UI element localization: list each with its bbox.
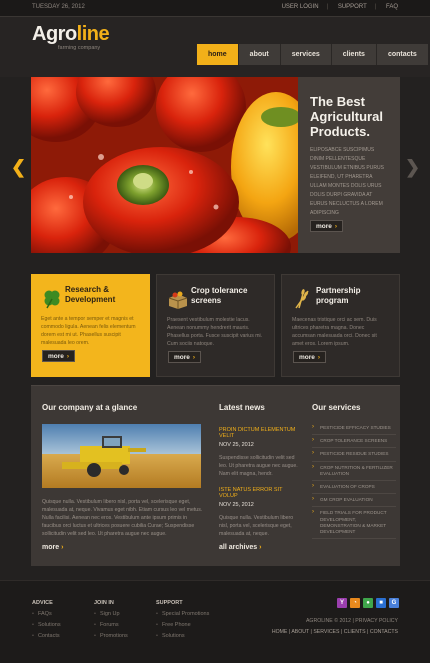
slider-more-button[interactable]: more › (310, 220, 344, 232)
footer-link[interactable]: FAQs (32, 611, 61, 617)
chevron-right-icon[interactable]: ❯ (405, 157, 420, 178)
logo-part1: Agro (32, 23, 77, 45)
partnership-more-button[interactable]: more › (293, 351, 327, 363)
services-list: PESTICIDE EFFICACY STUDIES CROP TOLERANC… (312, 422, 396, 540)
service-item[interactable]: GM CROP EVALUATION (312, 494, 396, 508)
news-heading[interactable]: ISTE NATUS ERROR SIT VOLUP (219, 487, 301, 499)
top-bar: TUESDAY 26, 2012 USER LOGIN | SUPPORT | FA… (0, 0, 430, 17)
company-glance: Our company at a glance Quisque nulla. V… (42, 403, 204, 538)
nav-clients[interactable]: clients (330, 44, 376, 65)
footer-link[interactable]: Solutions (32, 622, 61, 628)
copyright: AGROLINE © 2012 | PRIVACY POLICY (305, 618, 398, 624)
arrow-right-icon: › (334, 223, 338, 230)
footer-col-title: ADVICE (32, 600, 53, 606)
our-services: Our services PESTICIDE EFFICACY STUDIES … (312, 403, 396, 540)
service-item[interactable]: CROP TOLERANCE SCREENS (312, 435, 396, 449)
slider-caption: The Best Agricultural Products. ELIPOSABCE… (298, 77, 400, 253)
footer-link[interactable]: Forums (94, 622, 128, 628)
feature-box-partnership: Partnership program Maecenas tristique or… (281, 274, 400, 377)
hero-slider: The Best Agricultural Products. ELIPOSABCE… (31, 77, 400, 253)
slider-text: ELIPOSABCE SUSCIPIMUS DINIM PELLENTESQUE… (310, 147, 384, 216)
clover-icon (44, 290, 60, 309)
feature-box-crop: Crop tolerance screens Praesent vestibulu… (156, 274, 275, 377)
crate-icon (168, 291, 188, 309)
feature-box-research: Research & Development Eget ante a tempor… (31, 274, 150, 377)
peppers-photo (31, 77, 298, 253)
service-item[interactable]: PESTICIDE RESIDUE STUDIES (312, 448, 396, 462)
latest-news: Latest news PROIN DICTUM ELEMENTUM VELIT… (219, 403, 301, 538)
messenger-icon[interactable]: ● (363, 598, 373, 608)
nav-about[interactable]: about (237, 44, 280, 65)
crop-more-button[interactable]: more › (168, 351, 202, 363)
google-icon[interactable]: G (389, 598, 399, 608)
nav-contacts[interactable]: contacts (375, 44, 428, 65)
wheat-icon (295, 289, 309, 309)
tagline: farming company (58, 45, 101, 51)
feature-title: Research & Development (65, 285, 116, 304)
news-title: Latest news (219, 403, 265, 412)
footer-link[interactable]: Special Promotions (156, 611, 209, 617)
slider-title: The Best Agricultural Products. (310, 94, 383, 139)
current-date: TUESDAY 26, 2012 (32, 4, 85, 10)
rss-icon[interactable]: ◔ (350, 598, 360, 608)
glance-text: Quisque nulla. Vestibulum libero nisl, p… (42, 499, 203, 537)
content-section: Our company at a glance Quisque nulla. V… (31, 385, 400, 566)
news-text: Quisque nulla. Vestibulum libero nisl, p… (219, 515, 294, 537)
service-item[interactable]: FIELD TRIALS FOR PRODUCT DEVELOPMENT, DE… (312, 507, 396, 540)
feature-title: Partnership program (316, 286, 361, 305)
research-more-button[interactable]: more › (42, 350, 76, 362)
support-link[interactable]: SUPPORT (338, 4, 367, 10)
social-icons: Y ◔ ● ■ G (337, 598, 402, 608)
delicious-icon[interactable]: ■ (376, 598, 386, 608)
news-text: Suspendisse sollicitudin velit sed leo. … (219, 455, 298, 477)
logo-part2: line (76, 23, 110, 45)
footer-link[interactable]: Free Phone (156, 622, 209, 628)
feature-text: Praesent vestibulum molestie lacus. Aene… (167, 317, 263, 347)
top-links: USER LOGIN | SUPPORT | FAQ (281, 4, 398, 10)
footer-link[interactable]: Sign Up (94, 611, 128, 617)
service-item[interactable]: CROP NUTRITION & FERTILIZER EVALUATION (312, 462, 396, 482)
glance-title: Our company at a glance (42, 403, 138, 412)
feature-text: Eget ante a tempor semper et magnis et c… (41, 316, 136, 346)
footer-col-title: JOIN IN (94, 600, 114, 606)
nav-services[interactable]: services (279, 44, 331, 65)
footer-col-support: SUPPORT Special Promotions Free Phone So… (156, 600, 209, 639)
footer-link[interactable]: Solutions (156, 633, 209, 639)
harvester-photo (42, 424, 201, 488)
nav-home[interactable]: home (196, 44, 238, 65)
footer-col-advice: ADVICE FAQs Solutions Contacts (32, 600, 61, 639)
news-date: NOV 25, 2012 (219, 502, 254, 508)
feature-text: Maecenas tristique orci ac sem. Duis ult… (292, 317, 377, 347)
all-archives-link[interactable]: all archives › (219, 544, 261, 551)
faq-link[interactable]: FAQ (386, 4, 398, 10)
service-item[interactable]: PESTICIDE EFFICACY STUDIES (312, 422, 396, 436)
main-nav: home about services clients contacts (196, 44, 428, 65)
logo[interactable]: Agroline (32, 23, 110, 46)
yahoo-icon[interactable]: Y (337, 598, 347, 608)
service-item[interactable]: EVALUATION OF CROPS (312, 481, 396, 495)
news-date: NOV 25, 2012 (219, 442, 254, 448)
footer-nav[interactable]: HOME | ABOUT | SERVICES | CLIENTS | CONT… (272, 629, 398, 635)
footer-link[interactable]: Promotions (94, 633, 128, 639)
footer-link[interactable]: Contacts (32, 633, 61, 639)
news-item: PROIN DICTUM ELEMENTUM VELIT NOV 25, 201… (219, 427, 301, 478)
glance-more-link[interactable]: more › (42, 544, 63, 551)
footer-col-title: SUPPORT (156, 600, 183, 606)
services-title: Our services (312, 403, 361, 412)
news-item: ISTE NATUS ERROR SIT VOLUP NOV 25, 2012 … (219, 487, 301, 538)
user-login-link[interactable]: USER LOGIN (282, 4, 319, 10)
footer-col-join: JOIN IN Sign Up Forums Promotions (94, 600, 128, 639)
chevron-left-icon[interactable]: ❮ (11, 157, 26, 178)
feature-title: Crop tolerance screens (191, 286, 248, 305)
news-heading[interactable]: PROIN DICTUM ELEMENTUM VELIT (219, 427, 301, 439)
